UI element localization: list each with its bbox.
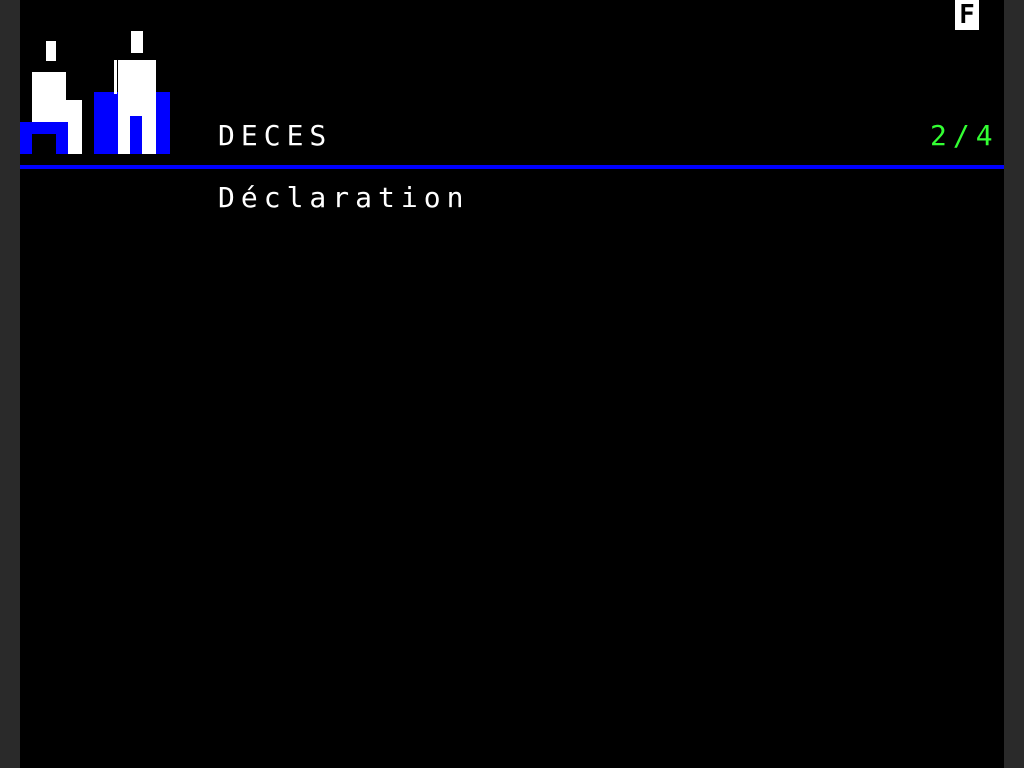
header-divider <box>20 165 1004 169</box>
status-indicator: F <box>955 0 979 30</box>
minitel-screen: F DECES 2/4 Déclaration <box>20 0 1004 768</box>
section-subtitle: Déclaration <box>218 181 470 214</box>
page-title: DECES <box>218 119 333 152</box>
page-counter: 2/4 <box>930 119 999 152</box>
two-people-figures-icon <box>20 31 170 154</box>
